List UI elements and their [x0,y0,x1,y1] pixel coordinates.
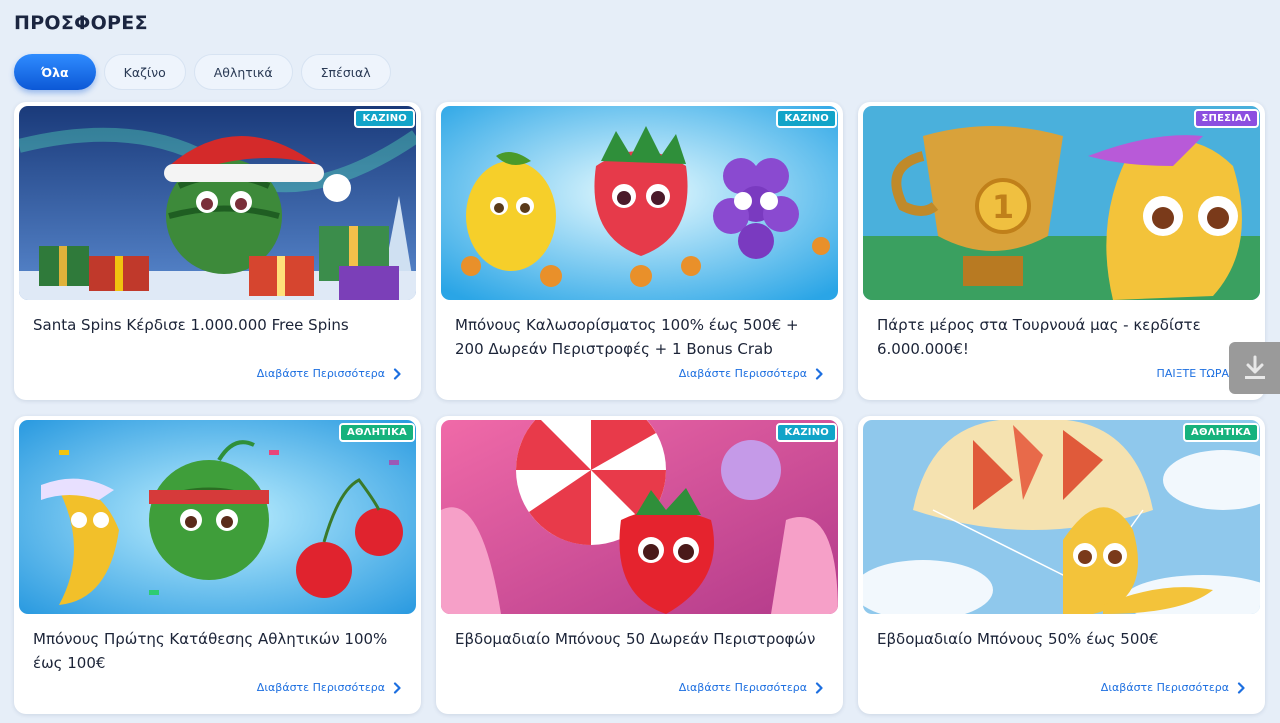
category-badge: ΑΘΛΗΤΙΚΑ [1183,423,1259,442]
filter-tab-special[interactable]: Σπέσιαλ [300,54,391,90]
read-more-link[interactable]: Διαβάστε Περισσότερα [257,681,403,694]
category-badge: ΣΠΕΣΙΑΛ [1193,109,1259,128]
promo-image-santa-watermelon[interactable] [19,106,416,300]
cta-label: Διαβάστε Περισσότερα [256,681,385,694]
promo-card[interactable]: ΚΑΖΙΝΟ Εβδομαδιαίο Μπόνους 50 Δωρεάν Περ… [436,416,843,714]
promo-title: Μπόνους Πρώτης Κατάθεσης Αθλητικών 100% … [33,630,388,672]
promotions-grid: ΚΑΖΙΝΟ Santa Spins Κέρδισε 1.000.000 Fre… [14,102,1265,714]
read-more-link[interactable]: Διαβάστε Περισσότερα [257,367,403,380]
category-badge: ΚΑΖΙΝΟ [354,109,415,128]
promo-title: Εβδομαδιαίο Μπόνους 50 Δωρεάν Περιστροφώ… [455,630,816,648]
category-badge: ΚΑΖΙΝΟ [776,109,837,128]
read-more-link[interactable]: Διαβάστε Περισσότερα [679,367,825,380]
category-badge: ΑΘΛΗΤΙΚΑ [339,423,415,442]
filter-tab-casino[interactable]: Καζίνο [103,54,186,90]
promo-image-parachute-banana[interactable] [863,420,1260,614]
promo-card[interactable]: 1 ΣΠΕΣΙΑΛ Πάρτε μέρος στα Τουρνουά μας -… [858,102,1265,400]
promo-card[interactable]: ΚΑΖΙΝΟ Μπόνους Καλωσορίσματος 100% έως 5… [436,102,843,400]
svg-text:1: 1 [992,188,1014,226]
category-badge: ΚΑΖΙΝΟ [776,423,837,442]
category-filter-tabs: Όλα Καζίνο Αθλητικά Σπέσιαλ [14,54,391,90]
download-button[interactable] [1229,342,1280,394]
chevron-right-icon [1237,681,1245,694]
page-title: ΠΡΟΣΦΟΡΕΣ [14,12,148,34]
cta-label: Διαβάστε Περισσότερα [678,367,807,380]
promo-title: Μπόνους Καλωσορίσματος 100% έως 500€ + 2… [455,316,799,358]
download-icon [1244,355,1265,379]
promo-card[interactable]: ΚΑΖΙΝΟ Santa Spins Κέρδισε 1.000.000 Fre… [14,102,421,400]
cta-label: Διαβάστε Περισσότερα [256,367,385,380]
promo-card[interactable]: ΑΘΛΗΤΙΚΑ Εβδομαδιαίο Μπόνους 50% έως 500… [858,416,1265,714]
promo-image-trophy-banana[interactable]: 1 [863,106,1260,300]
promo-title: Πάρτε μέρος στα Τουρνουά μας - κερδίστε … [877,316,1201,358]
promo-image-candy-strawberry[interactable] [441,420,838,614]
promo-title: Εβδομαδιαίο Μπόνους 50% έως 500€ [877,630,1159,648]
promo-image-fruits[interactable] [441,106,838,300]
chevron-right-icon [815,681,823,694]
filter-tab-all[interactable]: Όλα [14,54,96,90]
read-more-link[interactable]: Διαβάστε Περισσότερα [679,681,825,694]
cta-label: Διαβάστε Περισσότερα [1100,681,1229,694]
cta-label: ΠΑΙΞΤΕ ΤΩΡΑ [1156,367,1229,380]
promo-card[interactable]: ΑΘΛΗΤΙΚΑ Μπόνους Πρώτης Κατάθεσης Αθλητι… [14,416,421,714]
promo-title: Santa Spins Κέρδισε 1.000.000 Free Spins [33,316,349,334]
filter-tab-sports[interactable]: Αθλητικά [193,54,293,90]
promo-image-sports-fruits[interactable] [19,420,416,614]
chevron-right-icon [815,367,823,380]
chevron-right-icon [393,367,401,380]
read-more-link[interactable]: Διαβάστε Περισσότερα [1101,681,1247,694]
cta-label: Διαβάστε Περισσότερα [678,681,807,694]
chevron-right-icon [393,681,401,694]
